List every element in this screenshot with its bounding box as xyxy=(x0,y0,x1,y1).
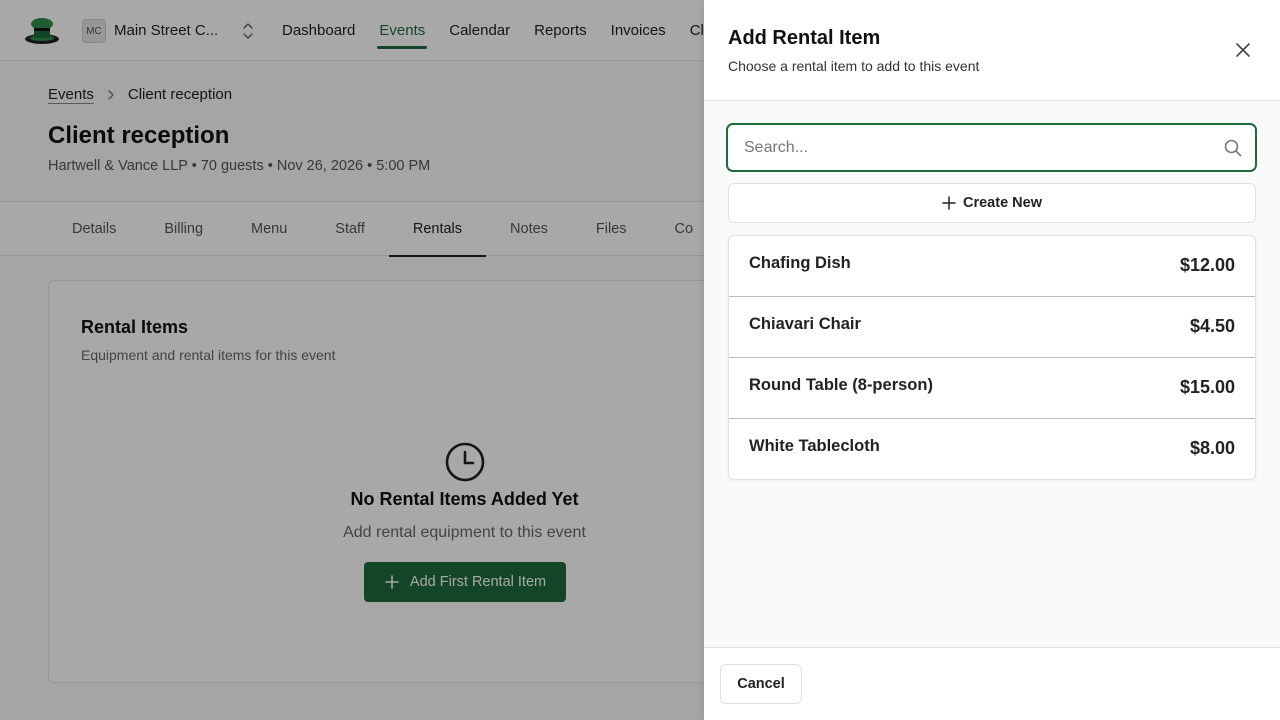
item-name: Round Table (8-person) xyxy=(749,376,933,394)
list-item[interactable]: Round Table (8-person) $15.00 xyxy=(729,358,1255,419)
item-name: White Tablecloth xyxy=(749,437,880,455)
search-icon[interactable] xyxy=(1224,139,1242,157)
cancel-button[interactable]: Cancel xyxy=(720,664,802,704)
close-button[interactable] xyxy=(1232,39,1254,61)
drawer-title: Add Rental Item xyxy=(728,27,881,49)
drawer-footer: Cancel xyxy=(704,647,1280,720)
search-input[interactable] xyxy=(744,125,1214,170)
drawer-subtitle: Choose a rental item to add to this even… xyxy=(728,58,980,74)
plus-icon xyxy=(942,196,956,210)
list-item[interactable]: Chafing Dish $12.00 xyxy=(729,236,1255,297)
item-price: $15.00 xyxy=(1179,377,1235,397)
create-new-label: Create New xyxy=(963,195,1042,211)
create-new-button[interactable]: Create New xyxy=(728,183,1256,223)
item-name: Chiavari Chair xyxy=(749,315,861,333)
item-name: Chafing Dish xyxy=(749,254,851,272)
list-item[interactable]: White Tablecloth $8.00 xyxy=(729,419,1255,479)
item-price: $8.00 xyxy=(1189,438,1235,458)
list-item[interactable]: Chiavari Chair $4.50 xyxy=(729,297,1255,358)
drawer-header: Add Rental Item Choose a rental item to … xyxy=(704,0,1280,101)
item-price: $4.50 xyxy=(1189,316,1235,336)
search-field xyxy=(726,123,1257,172)
close-icon xyxy=(1236,43,1250,57)
rental-item-list: Chafing Dish $12.00 Chiavari Chair $4.50… xyxy=(728,235,1256,480)
add-rental-item-drawer: Add Rental Item Choose a rental item to … xyxy=(704,0,1280,720)
item-price: $12.00 xyxy=(1179,255,1235,275)
